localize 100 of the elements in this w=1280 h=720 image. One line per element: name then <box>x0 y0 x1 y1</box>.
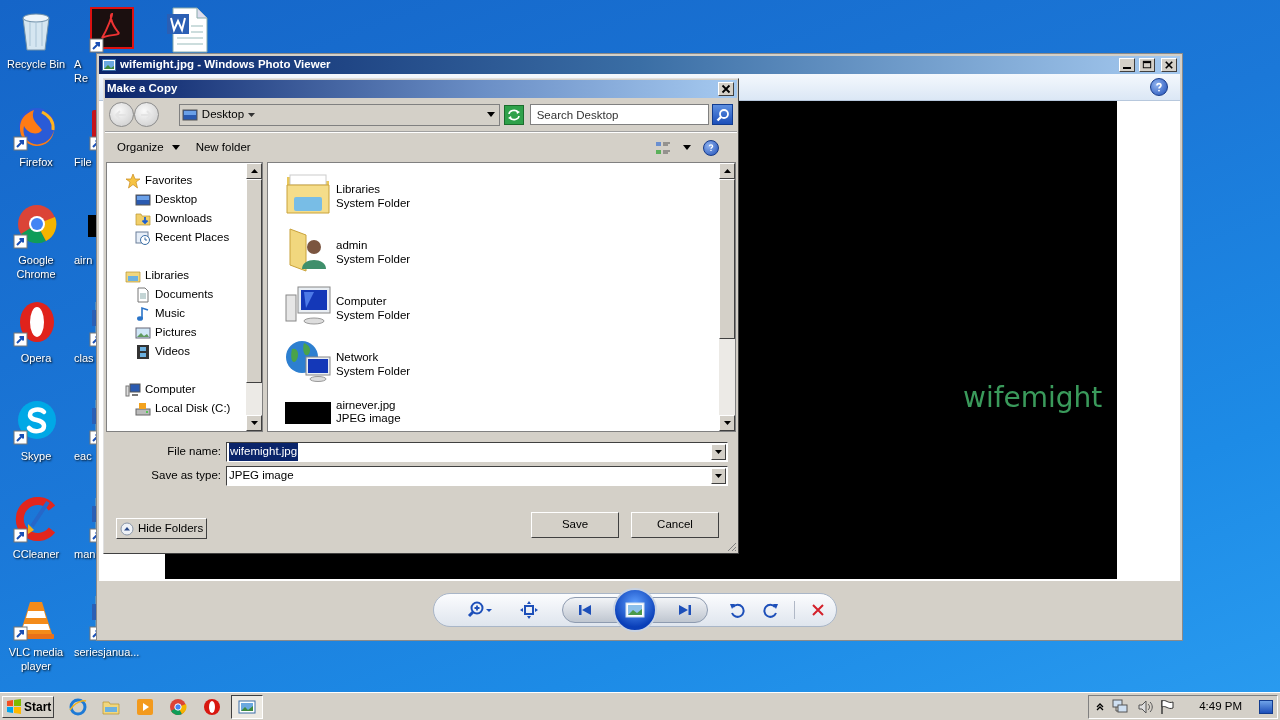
zoom-in-icon <box>466 600 485 619</box>
nav-item[interactable]: Recent Places <box>155 228 230 247</box>
file-item[interactable]: Libraries System Folder <box>268 165 719 221</box>
icon-label[interactable]: airn <box>74 253 93 267</box>
scroll-up-button[interactable] <box>719 163 735 179</box>
icon-label[interactable]: eac <box>74 449 92 463</box>
nav-item[interactable]: Libraries <box>145 266 190 285</box>
delete-icon <box>809 601 826 618</box>
dialog-button[interactable]: Save <box>531 511 619 538</box>
nav-item[interactable]: Desktop <box>155 190 198 209</box>
volume-icon[interactable] <box>1137 698 1154 715</box>
organize-menu[interactable]: Organize <box>113 136 184 159</box>
icon-label[interactable]: Google Chrome <box>16 253 56 281</box>
dialog-button[interactable]: Cancel <box>631 511 719 538</box>
image-caption: wifemight <box>963 380 1103 416</box>
address-bar[interactable]: Desktop <box>178 103 500 126</box>
icon-label[interactable]: man <box>74 547 96 561</box>
refresh-button[interactable] <box>503 104 524 125</box>
monitor-icon <box>181 106 198 123</box>
document-logo-icon <box>88 6 136 54</box>
new-folder-button[interactable]: New folder <box>191 136 255 159</box>
down-arrow-icon <box>723 421 731 425</box>
rotate-right-icon <box>762 601 779 618</box>
caret-icon <box>171 145 180 150</box>
nav-item[interactable]: Local Disk (C:) <box>155 399 231 418</box>
letter-o-icon <box>203 697 221 716</box>
file-name-text: wifemight.jpg <box>229 443 299 461</box>
nav-item[interactable]: Music <box>155 304 186 323</box>
music-note-icon <box>135 305 151 322</box>
start-button[interactable]: Start <box>2 695 54 718</box>
picture-frame-icon <box>624 599 645 620</box>
drive-icon <box>135 400 151 417</box>
field-label: File name: <box>166 444 222 460</box>
back-arrow-icon <box>115 109 128 120</box>
file-name: Network <box>336 350 380 364</box>
scroll-down-button[interactable] <box>246 415 262 431</box>
icon-label[interactable]: Firefox <box>19 155 53 169</box>
flag-icon[interactable] <box>1160 698 1175 715</box>
chevron-up-icon[interactable] <box>1095 701 1106 712</box>
image-thumbnail-icon <box>285 402 331 424</box>
icon-label[interactable]: Recycle Bin <box>6 57 66 71</box>
dropdown-button[interactable] <box>711 444 726 460</box>
caret-icon <box>248 112 256 117</box>
icon-label[interactable]: File <box>74 155 92 169</box>
icon-label[interactable]: seriesjanua... <box>74 645 140 659</box>
media-player-icon <box>136 697 154 716</box>
icon-label[interactable]: clas <box>74 351 94 365</box>
icon-label[interactable]: A Re <box>74 57 89 85</box>
file-item[interactable]: Computer System Folder <box>268 277 719 333</box>
icon-label[interactable]: CCleaner <box>12 547 60 561</box>
round-logo-icon <box>169 697 187 716</box>
caret-icon <box>683 145 691 150</box>
close-button[interactable] <box>718 82 734 96</box>
help-button[interactable] <box>703 139 719 156</box>
show-desktop-button[interactable] <box>1259 699 1273 714</box>
file-item[interactable]: Network System Folder <box>268 333 719 389</box>
down-arrow-icon <box>250 421 258 425</box>
scrollbar-thumb[interactable] <box>719 179 735 339</box>
nav-item[interactable]: Favorites <box>145 171 193 190</box>
photo-icon <box>238 697 256 716</box>
maximize-icon <box>1141 59 1153 71</box>
search-button[interactable] <box>712 104 733 125</box>
dropdown-button[interactable] <box>711 468 726 484</box>
search-icon <box>715 107 730 122</box>
file-name-field[interactable]: wifemight.jpg <box>226 442 728 462</box>
maximize-button[interactable] <box>1139 58 1155 72</box>
icon-label[interactable]: VLC media player <box>8 645 64 673</box>
forward-button[interactable] <box>133 102 159 127</box>
clock[interactable]: 4:49 PM <box>1199 697 1242 716</box>
icon-label[interactable]: Opera <box>20 351 52 365</box>
icon-label[interactable]: Skype <box>20 449 52 463</box>
help-icon <box>1154 82 1164 92</box>
close-icon <box>721 84 731 94</box>
nav-item[interactable]: Videos <box>155 342 190 361</box>
minimize-button[interactable] <box>1119 58 1135 72</box>
collapse-icon <box>120 521 134 536</box>
scrollbar-thumb[interactable] <box>246 179 262 383</box>
nav-item[interactable]: Computer <box>145 380 196 399</box>
file-type-dropdown[interactable]: JPEG image <box>226 466 728 486</box>
scroll-up-button[interactable] <box>246 163 262 179</box>
nav-item[interactable]: Pictures <box>155 323 197 342</box>
network-icon[interactable] <box>1112 698 1131 715</box>
search-field[interactable]: Search Desktop <box>529 104 710 125</box>
help-icon <box>707 143 715 152</box>
help-button[interactable] <box>1150 78 1168 96</box>
file-item[interactable]: admin System Folder <box>268 221 719 277</box>
file-item[interactable]: airnever.jpg JPEG image <box>268 389 719 431</box>
nav-item[interactable]: Downloads <box>155 209 212 228</box>
scrollbar[interactable] <box>246 163 262 431</box>
scrollbar[interactable] <box>719 163 735 431</box>
hide-folders-button[interactable]: Hide Folders <box>116 518 208 539</box>
scroll-down-button[interactable] <box>719 415 735 431</box>
caret-icon <box>486 112 495 117</box>
up-arrow-icon <box>723 169 731 173</box>
landscape-icon <box>135 324 151 341</box>
up-arrow-icon <box>250 169 258 173</box>
back-button[interactable] <box>109 102 134 127</box>
nav-item[interactable]: Documents <box>155 285 214 304</box>
close-button[interactable] <box>1161 58 1177 72</box>
taskbar-button[interactable] <box>231 694 263 719</box>
